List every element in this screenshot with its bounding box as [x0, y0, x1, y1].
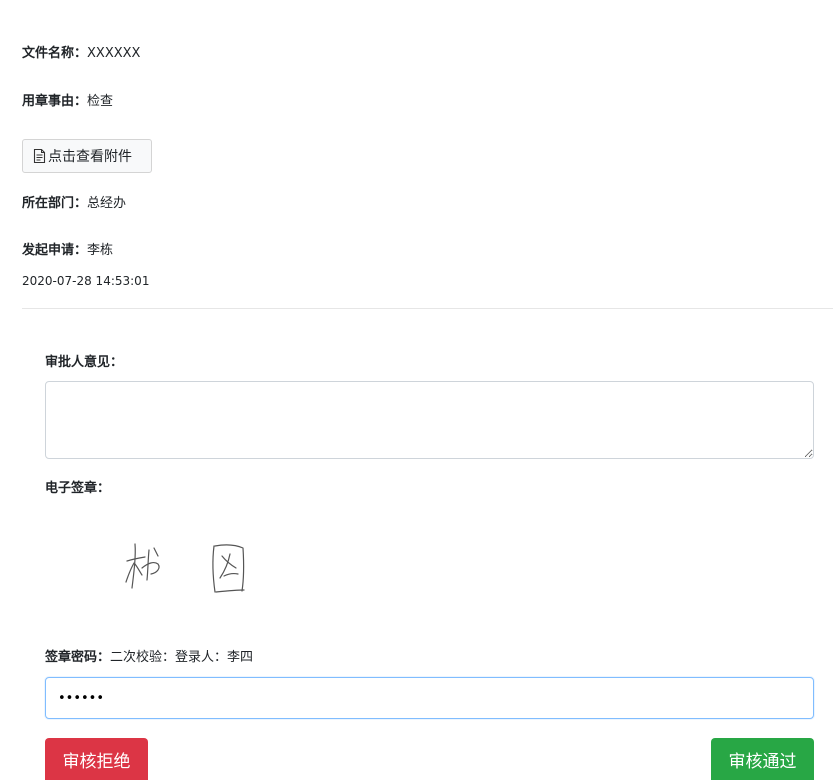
application-timestamp: 2020-07-28 14:53:01	[22, 274, 150, 288]
file-name-value: XXXXXX	[87, 46, 141, 61]
signature-label: 电子签章：	[45, 481, 111, 496]
opinion-textarea[interactable]	[45, 381, 814, 459]
department-label: 所在部门：	[22, 196, 88, 211]
signature-image	[125, 543, 245, 593]
password-label: 签章密码：	[45, 650, 111, 665]
file-text-icon	[33, 148, 46, 164]
applicant-label: 发起申请：	[22, 243, 88, 258]
reason-value: 检查	[87, 94, 114, 109]
department-value: 总经办	[87, 196, 127, 211]
file-name-label: 文件名称：	[22, 46, 88, 61]
password-hint: 二次校验：登录人：李四	[110, 650, 254, 665]
applicant-row: 发起申请：李栋	[22, 242, 113, 260]
section-divider	[22, 308, 833, 309]
file-name-row: 文件名称：XXXXXX	[22, 45, 140, 63]
password-row: 签章密码：二次校验：登录人：李四	[45, 649, 253, 667]
electronic-signature	[118, 528, 258, 604]
approve-button[interactable]: 审核通过	[711, 738, 814, 780]
reject-button[interactable]: 审核拒绝	[45, 738, 148, 780]
view-attachment-button[interactable]: 点击查看附件	[22, 139, 152, 173]
applicant-value: 李栋	[87, 243, 114, 258]
view-attachment-label: 点击查看附件	[48, 148, 132, 164]
reason-row: 用章事由：检查	[22, 93, 113, 111]
opinion-label: 审批人意见：	[45, 355, 124, 370]
signature-password-input[interactable]	[45, 677, 814, 719]
department-row: 所在部门：总经办	[22, 195, 126, 213]
reason-label: 用章事由：	[22, 94, 88, 109]
